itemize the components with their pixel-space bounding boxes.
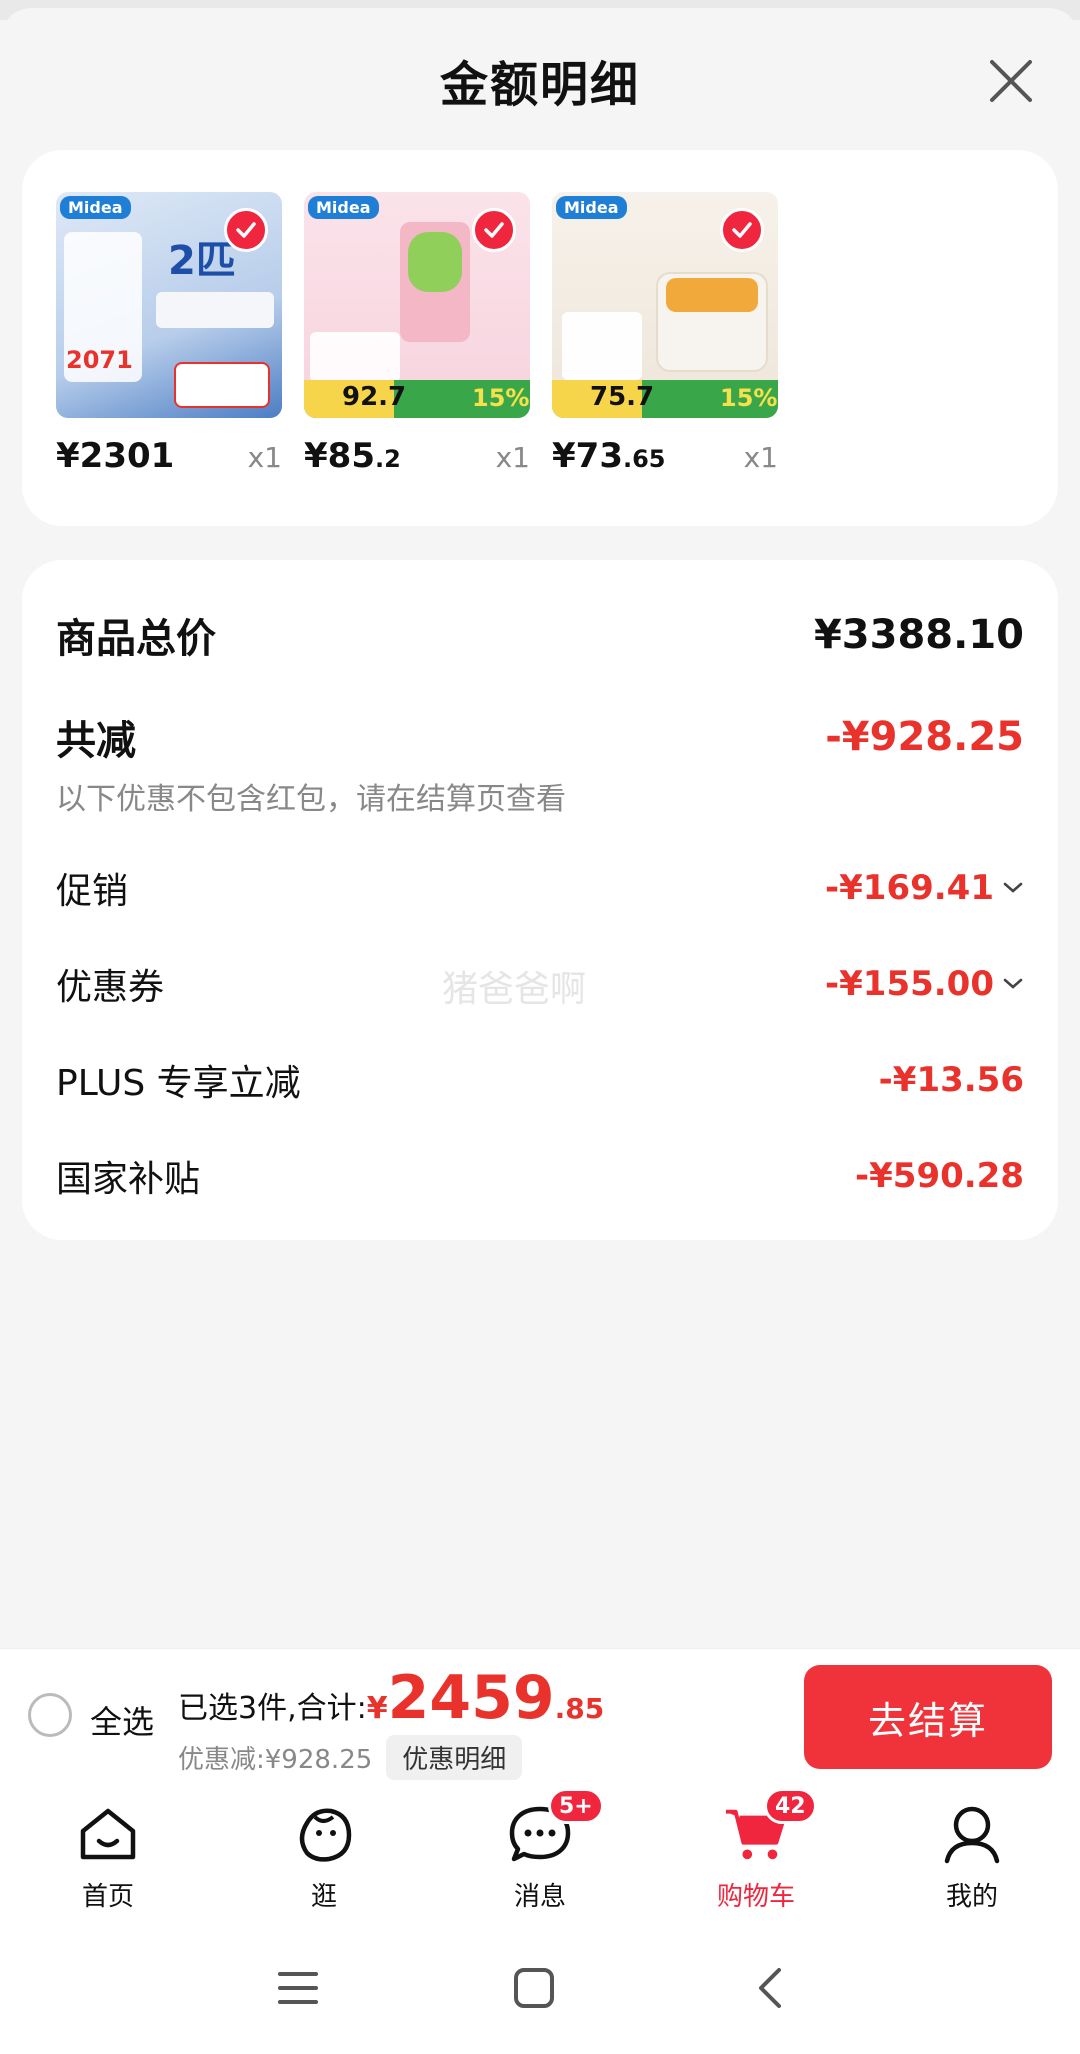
coupon-value[interactable]: -¥155.00 [825, 964, 1024, 1004]
tab-browse[interactable]: 逛 [254, 1802, 394, 1913]
product-price-fraction: .65 [622, 445, 666, 473]
product-quantity: x1 [743, 441, 778, 474]
product-image-price: 2071 [66, 346, 133, 374]
promotion-value[interactable]: -¥169.41 [825, 868, 1024, 908]
discount-note: 以下优惠不包含红包，请在结算页查看 [56, 782, 566, 817]
product-price-row: ¥73.65 x1 [552, 436, 778, 476]
total-discount-value: -¥928.25 [825, 714, 1024, 760]
amount-detail-sheet: 金额明细 Midea 2匹 2071 ¥2301 x1 Midea 92.7 1… [0, 8, 1080, 1648]
total-integer: 2459 [387, 1663, 555, 1733]
products-card: Midea 2匹 2071 ¥2301 x1 Midea 92.7 15% ¥8… [22, 150, 1058, 526]
product-item[interactable]: Midea 92.7 15% ¥85.2 x1 [304, 192, 530, 476]
product-image[interactable]: Midea 75.7 15% [552, 192, 778, 418]
total-currency: ¥ [366, 1691, 388, 1726]
square-icon [514, 1968, 554, 2008]
plus-discount-row: PLUS 专享立减 -¥13.56 [56, 1054, 1024, 1106]
back-nav-button[interactable] [740, 1960, 800, 2016]
plus-discount-label: PLUS 专享立减 [56, 1063, 301, 1104]
checkout-bar: 全选 已选3件,合计: ¥ 2459 .85 优惠减:¥928.25 优惠明细 … [0, 1648, 1080, 1788]
product-image[interactable]: Midea 92.7 15% [304, 192, 530, 418]
discount-detail-button[interactable]: 优惠明细 [386, 1735, 523, 1780]
tab-profile[interactable]: 我的 [902, 1802, 1042, 1913]
cart-badge: 42 [764, 1788, 817, 1824]
sheet-header: 金额明细 [0, 38, 1080, 122]
selected-count-text: 已选3件,合计: [178, 1691, 367, 1726]
checkout-button[interactable]: 去结算 [804, 1665, 1052, 1769]
menu-nav-button[interactable] [268, 1960, 328, 2016]
product-image-headline: 92.7 [342, 382, 407, 412]
product-price: ¥2301 [56, 436, 175, 476]
discount-note-row: 以下优惠不包含红包，请在结算页查看 [56, 774, 1024, 818]
product-price: ¥73 [552, 436, 623, 476]
discount-summary-text: 优惠减:¥928.25 [178, 1745, 373, 1775]
product-item[interactable]: Midea 2匹 2071 ¥2301 x1 [56, 192, 282, 476]
product-image-headline: 75.7 [590, 382, 655, 412]
plus-discount-value: -¥13.56 [878, 1060, 1024, 1100]
tab-home[interactable]: 首页 [38, 1802, 178, 1913]
tab-label: 首页 [81, 1882, 134, 1912]
system-navigation-bar [0, 1918, 1080, 2054]
brand-logo: Midea [556, 196, 627, 219]
national-subsidy-value: -¥590.28 [855, 1156, 1024, 1196]
product-price-row: ¥2301 x1 [56, 436, 282, 476]
tab-label: 逛 [310, 1882, 337, 1912]
selected-check-icon[interactable] [720, 208, 764, 252]
back-icon [759, 1968, 781, 2008]
promotion-row[interactable]: 促销 -¥169.41 [56, 862, 1024, 914]
national-subsidy-label: 国家补贴 [56, 1159, 201, 1200]
bottom-tab-bar: 首页 逛 5+ 消息 42 购物车 我的 [0, 1788, 1080, 1918]
message-badge: 5+ [548, 1788, 604, 1824]
coupon-amount: -¥155.00 [825, 964, 994, 1004]
selected-check-icon[interactable] [224, 208, 268, 252]
product-image-price: 15% [472, 384, 530, 412]
home-icon [76, 1802, 140, 1866]
product-quantity: x1 [495, 441, 530, 474]
price-summary-card: 商品总价 ¥3388.10 共减 -¥928.25 以下优惠不包含红包，请在结算… [22, 560, 1058, 1240]
total-price-label: 商品总价 [56, 616, 216, 662]
tab-messages[interactable]: 5+ 消息 [470, 1788, 610, 1913]
product-price-fraction: .2 [374, 445, 401, 473]
watermark: 猪爸爸啊 [442, 969, 587, 1010]
promotion-label: 促销 [56, 871, 129, 912]
chevron-down-icon[interactable] [1002, 977, 1024, 991]
tab-label: 消息 [513, 1882, 566, 1912]
product-image[interactable]: Midea 2匹 2071 [56, 192, 282, 418]
total-discount-row: 共减 -¥928.25 [56, 708, 1024, 766]
national-subsidy-row: 国家补贴 -¥590.28 [56, 1150, 1024, 1202]
product-price-row: ¥85.2 x1 [304, 436, 530, 476]
coupon-label: 优惠券 [56, 967, 165, 1008]
browse-icon [292, 1802, 356, 1866]
selected-total: 已选3件,合计: ¥ 2459 .85 [178, 1663, 604, 1733]
close-icon [990, 60, 1032, 102]
cart-icon: 42 [724, 1788, 817, 1866]
tab-label: 购物车 [716, 1882, 795, 1912]
total-price-value: ¥3388.10 [813, 612, 1024, 658]
total-discount-label: 共减 [56, 718, 136, 764]
promotion-amount: -¥169.41 [825, 868, 994, 908]
selected-check-icon[interactable] [472, 208, 516, 252]
product-quantity: x1 [247, 441, 282, 474]
menu-icon [278, 1972, 318, 2004]
message-icon: 5+ [508, 1788, 604, 1866]
brand-logo: Midea [308, 196, 379, 219]
select-all-checkbox[interactable] [28, 1693, 72, 1737]
product-price: ¥85 [304, 436, 375, 476]
select-all-label[interactable]: 全选 [90, 1697, 154, 1743]
tab-label: 我的 [945, 1882, 998, 1912]
product-image-price: 15% [720, 384, 778, 412]
chevron-down-icon[interactable] [1002, 881, 1024, 895]
home-nav-button[interactable] [504, 1960, 564, 2016]
tab-cart[interactable]: 42 购物车 [686, 1788, 826, 1913]
total-fraction: .85 [554, 1692, 605, 1725]
sheet-title: 金额明细 [439, 57, 640, 113]
product-item[interactable]: Midea 75.7 15% ¥73.65 x1 [552, 192, 778, 476]
close-button[interactable] [986, 56, 1036, 106]
profile-icon [940, 1802, 1004, 1866]
discount-summary: 优惠减:¥928.25 优惠明细 [178, 1735, 523, 1780]
brand-logo: Midea [60, 196, 131, 219]
total-price-row: 商品总价 ¥3388.10 [56, 606, 1024, 664]
